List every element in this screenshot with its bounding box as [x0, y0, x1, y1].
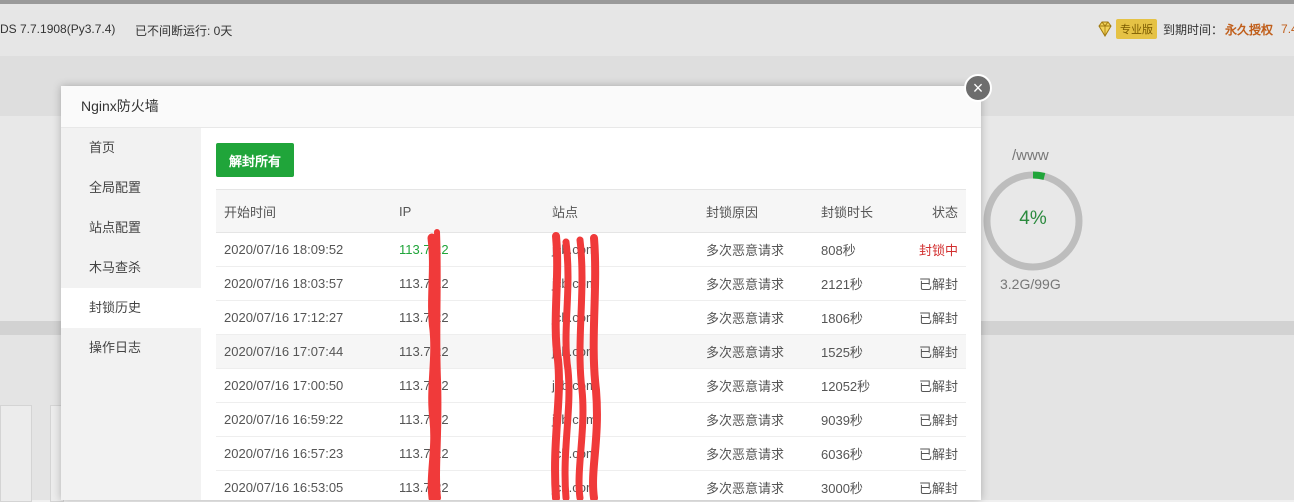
cell-reason: 多次恶意请求: [698, 300, 813, 335]
cell-duration: 6036秒: [813, 436, 906, 471]
cell-reason: 多次恶意请求: [698, 368, 813, 403]
dialog-title: Nginx防火墙: [61, 86, 981, 128]
cell-time: 2020/07/16 17:12:27: [216, 300, 391, 335]
cell-time: 2020/07/16 18:03:57: [216, 266, 391, 301]
block-history-table: 开始时间 IP 站点 封锁原因 封锁时长 状态 2020/07/16 18:09…: [216, 189, 966, 500]
unblock-all-button[interactable]: 解封所有: [216, 143, 295, 177]
table-row: 2020/07/16 17:07:44 113.7.22 jcb.com 多次恶…: [216, 334, 966, 369]
sidebar-item-home[interactable]: 首页: [61, 128, 201, 168]
overview-card: [0, 405, 32, 502]
cell-status: 已解封: [906, 300, 966, 335]
cell-reason: 多次恶意请求: [698, 402, 813, 437]
pro-edition-badge[interactable]: 专业版: [1116, 19, 1157, 39]
cell-site: jcb.com: [544, 436, 698, 471]
sidebar-item-site-config[interactable]: 站点配置: [61, 208, 201, 248]
uptime-text: 已不间断运行: 0天: [135, 24, 233, 38]
cell-duration: 3000秒: [813, 470, 906, 500]
cell-ip: 113.7.22: [391, 266, 544, 301]
column-header-reason: 封锁原因: [698, 189, 813, 233]
cell-status: 已解封: [906, 266, 966, 301]
license-info: 专业版 到期时间： 永久授权 7.4: [1096, 18, 1294, 40]
cell-status: 封锁中: [906, 232, 966, 267]
column-header-ip: IP: [391, 189, 544, 233]
table-row: 2020/07/16 17:12:27 113.7.22 jcb.com 多次恶…: [216, 300, 966, 335]
disk-usage-percent: 4%: [1019, 208, 1047, 229]
sidebar-item-trojan-scan[interactable]: 木马查杀: [61, 248, 201, 288]
table-row: 2020/07/16 16:57:23 113.7.22 jcb.com 多次恶…: [216, 436, 966, 471]
column-header-status: 状态: [906, 189, 966, 233]
expire-value: 永久授权: [1225, 22, 1274, 37]
cell-site: jcb.com: [544, 470, 698, 500]
cell-site: jcb.com: [544, 232, 698, 267]
cell-ip: 113.7.22: [391, 368, 544, 403]
dialog-sidebar: 首页 全局配置 站点配置 木马查杀 封锁历史 操作日志: [61, 128, 201, 500]
close-dialog-button[interactable]: ×: [964, 74, 992, 102]
column-header-duration: 封锁时长: [813, 189, 906, 233]
cell-time: 2020/07/16 18:09:52: [216, 232, 391, 267]
column-header-site: 站点: [544, 189, 698, 233]
cell-duration: 2121秒: [813, 266, 906, 301]
sidebar-item-block-history[interactable]: 封锁历史: [61, 288, 201, 328]
table-header-row: 开始时间 IP 站点 封锁原因 封锁时长 状态: [216, 189, 966, 233]
cell-reason: 多次恶意请求: [698, 436, 813, 471]
sidebar-item-global-config[interactable]: 全局配置: [61, 168, 201, 208]
cell-ip: 113.7.22: [391, 300, 544, 335]
cell-duration: 12052秒: [813, 368, 906, 403]
cell-status: 已解封: [906, 436, 966, 471]
cell-reason: 多次恶意请求: [698, 470, 813, 500]
cell-site: jcb.com: [544, 402, 698, 437]
os-version-text: DS 7.7.1908(Py3.7.4): [0, 22, 116, 36]
cell-site: jcb.com: [544, 300, 698, 335]
sidebar-item-operation-log[interactable]: 操作日志: [61, 328, 201, 368]
cell-status: 已解封: [906, 402, 966, 437]
table-row: 2020/07/16 16:53:05 113.7.22 jcb.com 多次恶…: [216, 470, 966, 500]
cell-site: jcb.com: [544, 368, 698, 403]
table-row: 2020/07/16 17:00:50 113.7.22 jcb.com 多次恶…: [216, 368, 966, 403]
cell-duration: 1806秒: [813, 300, 906, 335]
diamond-icon: [1098, 21, 1112, 37]
cell-reason: 多次恶意请求: [698, 232, 813, 267]
cell-time: 2020/07/16 16:53:05: [216, 470, 391, 500]
version-text[interactable]: 7.4: [1281, 22, 1294, 36]
cell-duration: 808秒: [813, 232, 906, 267]
cell-duration: 1525秒: [813, 334, 906, 369]
cell-ip: 113.7.22: [391, 334, 544, 369]
nginx-firewall-dialog: Nginx防火墙 首页 全局配置 站点配置 木马查杀 封锁历史 操作日志 解封所…: [61, 86, 981, 500]
column-header-start-time: 开始时间: [216, 189, 391, 233]
cell-site: jcb.com: [544, 266, 698, 301]
cell-status: 已解封: [906, 368, 966, 403]
disk-path-label: /www: [1012, 147, 1049, 164]
cell-time: 2020/07/16 17:07:44: [216, 334, 391, 369]
table-row: 2020/07/16 18:09:52 113.7.22 jcb.com 多次恶…: [216, 232, 966, 267]
cell-ip: 113.7.22: [391, 470, 544, 500]
cell-time: 2020/07/16 16:57:23: [216, 436, 391, 471]
cell-time: 2020/07/16 16:59:22: [216, 402, 391, 437]
table-row: 2020/07/16 16:59:22 113.7.22 jcb.com 多次恶…: [216, 402, 966, 437]
cell-reason: 多次恶意请求: [698, 266, 813, 301]
cell-time: 2020/07/16 17:00:50: [216, 368, 391, 403]
cell-ip: 113.7.22: [391, 402, 544, 437]
cell-status: 已解封: [906, 470, 966, 500]
cell-duration: 9039秒: [813, 402, 906, 437]
cell-site: jcb.com: [544, 334, 698, 369]
cell-ip: 113.7.22: [391, 436, 544, 471]
expire-label: 到期时间：: [1163, 22, 1224, 37]
disk-size-text: 3.2G/99G: [1000, 276, 1061, 292]
table-row: 2020/07/16 18:03:57 113.7.22 jcb.com 多次恶…: [216, 266, 966, 301]
cell-reason: 多次恶意请求: [698, 334, 813, 369]
cell-ip: 113.7.22: [391, 232, 544, 267]
top-bar: DS 7.7.1908(Py3.7.4) 已不间断运行: 0天 专业版 到期时间…: [0, 4, 1294, 57]
cell-status: 已解封: [906, 334, 966, 369]
